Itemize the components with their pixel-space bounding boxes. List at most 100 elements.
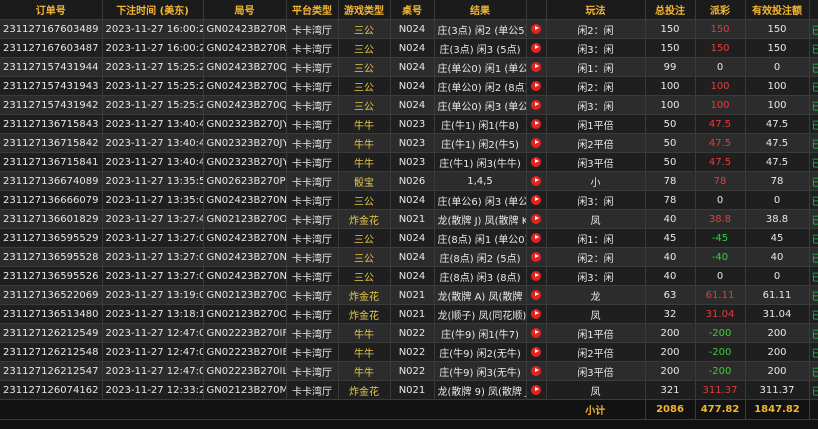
bet-type-cell: 闲3：闲 xyxy=(546,95,646,115)
round-no-cell: GN02223B270IF xyxy=(203,323,287,343)
result-cell: 庄(3点) 闲2 (单公5) xyxy=(434,19,527,39)
play-circle-icon[interactable] xyxy=(531,80,541,91)
bet-type-cell: 小 xyxy=(546,171,646,191)
result-detail-cell[interactable] xyxy=(526,209,547,229)
status-cell: 已 xyxy=(809,323,818,343)
table-row: 231127136522069 2023-11-27 13:19:06 GN0212… xyxy=(0,285,818,305)
result-detail-cell[interactable] xyxy=(526,190,547,210)
play-circle-icon[interactable] xyxy=(531,61,541,72)
play-circle-icon[interactable] xyxy=(531,346,541,357)
play-circle-icon[interactable] xyxy=(531,137,541,148)
payout-cell: 150 xyxy=(695,19,746,39)
round-no-cell: GN02423B270QG xyxy=(203,57,287,77)
platform-cell: 卡卡湾厅 xyxy=(286,209,339,229)
result-detail-cell[interactable] xyxy=(526,323,547,343)
total-bet-cell: 200 xyxy=(645,361,696,381)
bet-time-cell: 2023-11-27 12:47:08 xyxy=(102,361,204,381)
play-circle-icon[interactable] xyxy=(531,118,541,129)
play-circle-icon[interactable] xyxy=(531,194,541,205)
result-detail-cell[interactable] xyxy=(526,228,547,248)
platform-cell: 卡卡湾厅 xyxy=(286,247,339,267)
order-no-cell: 231127126212548 xyxy=(0,342,103,362)
result-detail-cell[interactable] xyxy=(526,342,547,362)
result-detail-cell[interactable] xyxy=(526,380,547,400)
header-round-no: 局号 xyxy=(203,0,287,20)
order-no-cell: 231127136674089 xyxy=(0,171,103,191)
table-no-cell: N026 xyxy=(390,171,435,191)
round-no-cell: GN02323B270JY xyxy=(203,114,287,134)
bet-time-cell: 2023-11-27 13:40:48 xyxy=(102,133,204,153)
result-detail-cell[interactable] xyxy=(526,266,547,286)
status-cell: 已 xyxy=(809,171,818,191)
play-circle-icon[interactable] xyxy=(531,308,541,319)
result-detail-cell[interactable] xyxy=(526,285,547,305)
play-circle-icon[interactable] xyxy=(531,23,541,34)
bet-time-cell: 2023-11-27 15:25:24 xyxy=(102,95,204,115)
play-circle-icon[interactable] xyxy=(531,327,541,338)
table-row: 231127136595528 2023-11-27 13:27:06 GN0242… xyxy=(0,247,818,267)
result-detail-cell[interactable] xyxy=(526,114,547,134)
game-type-cell: 炸金花 xyxy=(338,304,391,324)
summary-label: 小计 xyxy=(546,399,646,420)
table-no-cell: N024 xyxy=(390,228,435,248)
valid-bet-cell: 100 xyxy=(745,76,810,96)
play-circle-icon[interactable] xyxy=(531,213,541,224)
game-type-cell: 炸金花 xyxy=(338,209,391,229)
result-detail-cell[interactable] xyxy=(526,171,547,191)
status-cell: 已 xyxy=(809,76,818,96)
result-cell: 龙(散牌 J) 凤(散牌 K) xyxy=(434,209,527,229)
bet-type-cell: 闲2：闲 xyxy=(546,19,646,39)
result-detail-cell[interactable] xyxy=(526,38,547,58)
table-no-cell: N024 xyxy=(390,57,435,77)
round-no-cell: GN02123B270O6 xyxy=(203,285,287,305)
round-no-cell: GN02423B270NF xyxy=(203,190,287,210)
play-circle-icon[interactable] xyxy=(531,175,541,186)
order-no-cell: 231127167603489 xyxy=(0,19,103,39)
status-cell: 已 xyxy=(809,19,818,39)
bet-time-cell: 2023-11-27 13:27:06 xyxy=(102,247,204,267)
platform-cell: 卡卡湾厅 xyxy=(286,304,339,324)
play-circle-icon[interactable] xyxy=(531,232,541,243)
summary-total: 2086 xyxy=(645,399,696,420)
play-circle-icon[interactable] xyxy=(531,289,541,300)
result-detail-cell[interactable] xyxy=(526,19,547,39)
play-circle-icon[interactable] xyxy=(531,156,541,167)
platform-cell: 卡卡湾厅 xyxy=(286,76,339,96)
result-detail-cell[interactable] xyxy=(526,95,547,115)
result-detail-cell[interactable] xyxy=(526,76,547,96)
platform-cell: 卡卡湾厅 xyxy=(286,133,339,153)
total-bet-cell: 150 xyxy=(645,19,696,39)
play-circle-icon[interactable] xyxy=(531,99,541,110)
game-type-cell: 三公 xyxy=(338,76,391,96)
table-no-cell: N023 xyxy=(390,133,435,153)
play-circle-icon[interactable] xyxy=(531,270,541,281)
play-circle-icon[interactable] xyxy=(531,42,541,53)
result-detail-cell[interactable] xyxy=(526,304,547,324)
table-row: 231127126074162 2023-11-27 12:33:27 GN0212… xyxy=(0,380,818,400)
table-row: 231127157431943 2023-11-27 15:25:24 GN0242… xyxy=(0,76,818,96)
game-type-cell: 牛牛 xyxy=(338,323,391,343)
valid-bet-cell: 311.37 xyxy=(745,380,810,400)
platform-cell: 卡卡湾厅 xyxy=(286,171,339,191)
total-bet-cell: 321 xyxy=(645,380,696,400)
result-detail-cell[interactable] xyxy=(526,152,547,172)
result-cell: 庄(牛1) 闲3(牛牛) xyxy=(434,152,527,172)
platform-cell: 卡卡湾厅 xyxy=(286,323,339,343)
bet-type-cell: 凤 xyxy=(546,209,646,229)
table-no-cell: N021 xyxy=(390,380,435,400)
round-no-cell: GN02223B270IE xyxy=(203,342,287,362)
table-row: 231127136715843 2023-11-27 13:40:48 GN0232… xyxy=(0,114,818,134)
play-circle-icon[interactable] xyxy=(531,384,541,395)
play-circle-icon[interactable] xyxy=(531,251,541,262)
game-type-cell: 骰宝 xyxy=(338,171,391,191)
order-no-cell: 231127136715842 xyxy=(0,133,103,153)
total-bet-cell: 150 xyxy=(645,38,696,58)
result-detail-cell[interactable] xyxy=(526,361,547,381)
result-detail-cell[interactable] xyxy=(526,57,547,77)
result-detail-cell[interactable] xyxy=(526,133,547,153)
result-detail-cell[interactable] xyxy=(526,247,547,267)
total-bet-cell: 63 xyxy=(645,285,696,305)
play-circle-icon[interactable] xyxy=(531,365,541,376)
table-header: 订单号 下注时间 (美东) 局号 平台类型 游戏类型 桌号 结果 玩法 总投注 派彩 有效投注额 xyxy=(0,0,818,20)
table-no-cell: N022 xyxy=(390,361,435,381)
